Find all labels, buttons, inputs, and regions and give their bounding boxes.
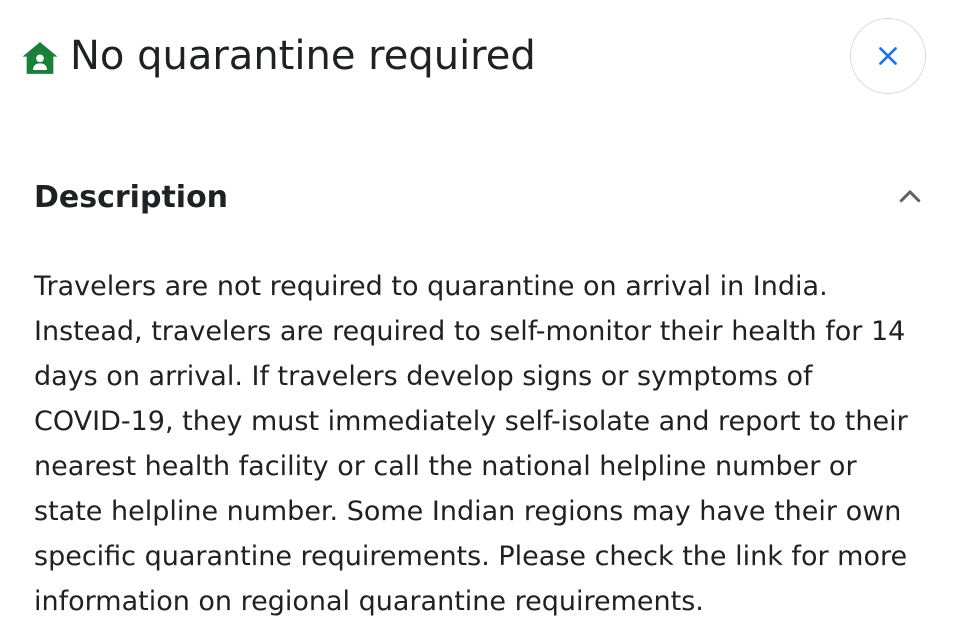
description-text: Travelers are not required to quarantine… [34, 271, 908, 617]
page-title: No quarantine required [70, 33, 536, 79]
close-button[interactable] [850, 18, 926, 94]
section-title: Description [34, 180, 229, 215]
description-toggle[interactable]: Description [34, 176, 924, 224]
close-icon [879, 47, 897, 65]
dialog-header: No quarantine required [20, 18, 938, 98]
chevron-up-icon [899, 190, 921, 203]
home-icon [20, 38, 60, 78]
